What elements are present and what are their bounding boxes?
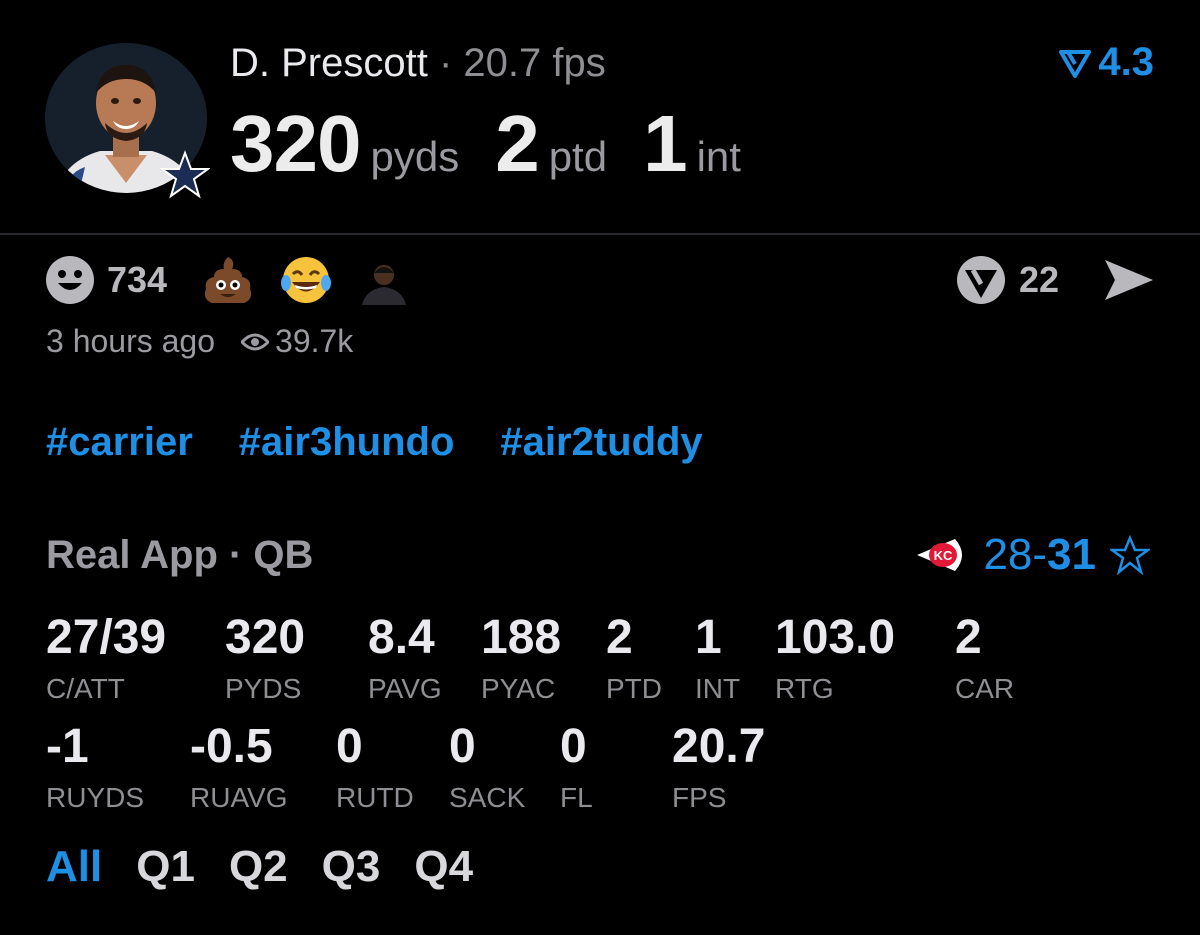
stat-value: 8.4 bbox=[368, 611, 435, 664]
stat-label: PTD bbox=[606, 673, 662, 704]
headline-ptd-value: 2 bbox=[495, 99, 539, 188]
score-separator: - bbox=[1032, 530, 1048, 579]
chiefs-logo-icon: KC bbox=[917, 539, 963, 571]
projection-value: 4.3 bbox=[1098, 40, 1154, 84]
stat-cell-sack: 0 SACK bbox=[449, 721, 525, 815]
quarter-tabs: All Q1 Q2 Q3 Q4 bbox=[46, 842, 507, 892]
stat-value: 20.7 bbox=[672, 720, 766, 773]
cowboys-star-icon bbox=[160, 150, 210, 199]
view-count: 39.7k bbox=[275, 323, 354, 359]
cowboys-star-outline-icon bbox=[1110, 535, 1150, 575]
post-actions: 22 bbox=[955, 254, 1155, 306]
person-reaction-icon[interactable] bbox=[357, 255, 411, 305]
header-divider bbox=[0, 233, 1200, 235]
share-send-icon[interactable] bbox=[1103, 256, 1155, 304]
eye-icon bbox=[241, 333, 270, 350]
stat-cell-pavg: 8.4 PAVG bbox=[368, 612, 442, 706]
separator-dot: · bbox=[438, 41, 464, 85]
svg-text:KC: KC bbox=[934, 548, 953, 563]
stat-value: 2 bbox=[955, 611, 982, 664]
stat-label: RUAVG bbox=[190, 782, 288, 813]
tab-all[interactable]: All bbox=[46, 842, 102, 892]
stat-cell-catt: 27/39 C/ATT bbox=[46, 612, 166, 706]
post-meta: 3 hours ago 39.7k bbox=[46, 323, 353, 360]
headline-stats: 320 pyds 2 ptd 1 int bbox=[230, 98, 777, 188]
tab-q1[interactable]: Q1 bbox=[136, 842, 195, 892]
comment-count: 22 bbox=[1018, 259, 1059, 300]
stat-label: PYDS bbox=[225, 673, 302, 704]
hashtag-list: #carrier #air3hundo #air2tuddy bbox=[46, 420, 749, 465]
player-header: D. Prescott · 20.7 fps bbox=[230, 40, 606, 86]
stat-value: 1 bbox=[695, 611, 722, 664]
stat-value: 2 bbox=[606, 611, 633, 664]
stat-label: RUTD bbox=[336, 782, 414, 813]
stat-label: SACK bbox=[449, 782, 526, 813]
stat-label: RUYDS bbox=[46, 782, 145, 813]
stat-value: 0 bbox=[336, 720, 363, 773]
game-score[interactable]: KC 28 - 31 bbox=[915, 530, 1150, 580]
stat-value: 0 bbox=[449, 720, 476, 773]
stat-label: PAVG bbox=[368, 673, 442, 704]
post-time: 3 hours ago bbox=[46, 323, 216, 359]
stat-cell-int: 1 INT bbox=[695, 612, 740, 706]
headline-ptd-unit: ptd bbox=[548, 133, 608, 180]
smile-reaction-icon[interactable] bbox=[45, 255, 95, 305]
reaction-count: 734 bbox=[107, 259, 168, 300]
stat-value: 103.0 bbox=[775, 611, 896, 664]
comment-icon[interactable] bbox=[955, 254, 1007, 306]
projection-badge[interactable]: 4.3 bbox=[1058, 40, 1154, 85]
stat-value: 188 bbox=[481, 611, 562, 664]
poop-emoji-icon[interactable] bbox=[201, 255, 255, 305]
stat-cell-pyac: 188 PYAC bbox=[481, 612, 561, 706]
headline-int-value: 1 bbox=[643, 99, 687, 188]
stat-label: FPS bbox=[672, 782, 727, 813]
laughing-tears-emoji-icon[interactable] bbox=[279, 255, 333, 305]
stat-label: PYAC bbox=[481, 673, 556, 704]
hashtag-air3hundo[interactable]: #air3hundo bbox=[239, 420, 455, 465]
hashtag-carrier[interactable]: #carrier bbox=[46, 420, 193, 465]
away-score: 28 bbox=[983, 530, 1033, 579]
fantasy-points: 20.7 fps bbox=[463, 41, 606, 85]
stat-value: -0.5 bbox=[190, 720, 273, 773]
tab-q2[interactable]: Q2 bbox=[229, 842, 288, 892]
stat-cell-ruyds: -1 RUYDS bbox=[46, 721, 144, 815]
stat-cell-fps: 20.7 FPS bbox=[672, 721, 765, 815]
headline-pyds-value: 320 bbox=[230, 99, 361, 188]
stat-cell-ptd: 2 PTD bbox=[606, 612, 662, 706]
hashtag-air2tuddy[interactable]: #air2tuddy bbox=[500, 420, 702, 465]
game-title: Real App · QB bbox=[46, 533, 314, 577]
stat-value: 27/39 bbox=[46, 611, 167, 664]
stat-label: FL bbox=[560, 782, 593, 813]
tab-q3[interactable]: Q3 bbox=[322, 842, 381, 892]
stat-label: RTG bbox=[775, 673, 834, 704]
headline-pyds-unit: pyds bbox=[370, 133, 460, 180]
stat-label: CAR bbox=[955, 673, 1015, 704]
player-name[interactable]: D. Prescott bbox=[230, 41, 428, 85]
stat-label: INT bbox=[695, 673, 741, 704]
stat-value: -1 bbox=[46, 720, 89, 773]
stat-value: 0 bbox=[560, 720, 587, 773]
stat-cell-fl: 0 FL bbox=[560, 721, 593, 815]
stat-label: C/ATT bbox=[46, 673, 125, 704]
tab-q4[interactable]: Q4 bbox=[414, 842, 473, 892]
stat-cell-ruavg: -0.5 RUAVG bbox=[190, 721, 288, 815]
prediction-icon bbox=[1059, 49, 1092, 78]
stat-cell-car: 2 CAR bbox=[955, 612, 1014, 706]
stat-value: 320 bbox=[225, 611, 306, 664]
stat-cell-pyds: 320 PYDS bbox=[225, 612, 305, 706]
home-score: 31 bbox=[1047, 530, 1096, 579]
reactions-row: 734 bbox=[45, 255, 435, 305]
stat-cell-rutd: 0 RUTD bbox=[336, 721, 414, 815]
headline-int-unit: int bbox=[696, 133, 741, 180]
stat-cell-rtg: 103.0 RTG bbox=[775, 612, 895, 706]
